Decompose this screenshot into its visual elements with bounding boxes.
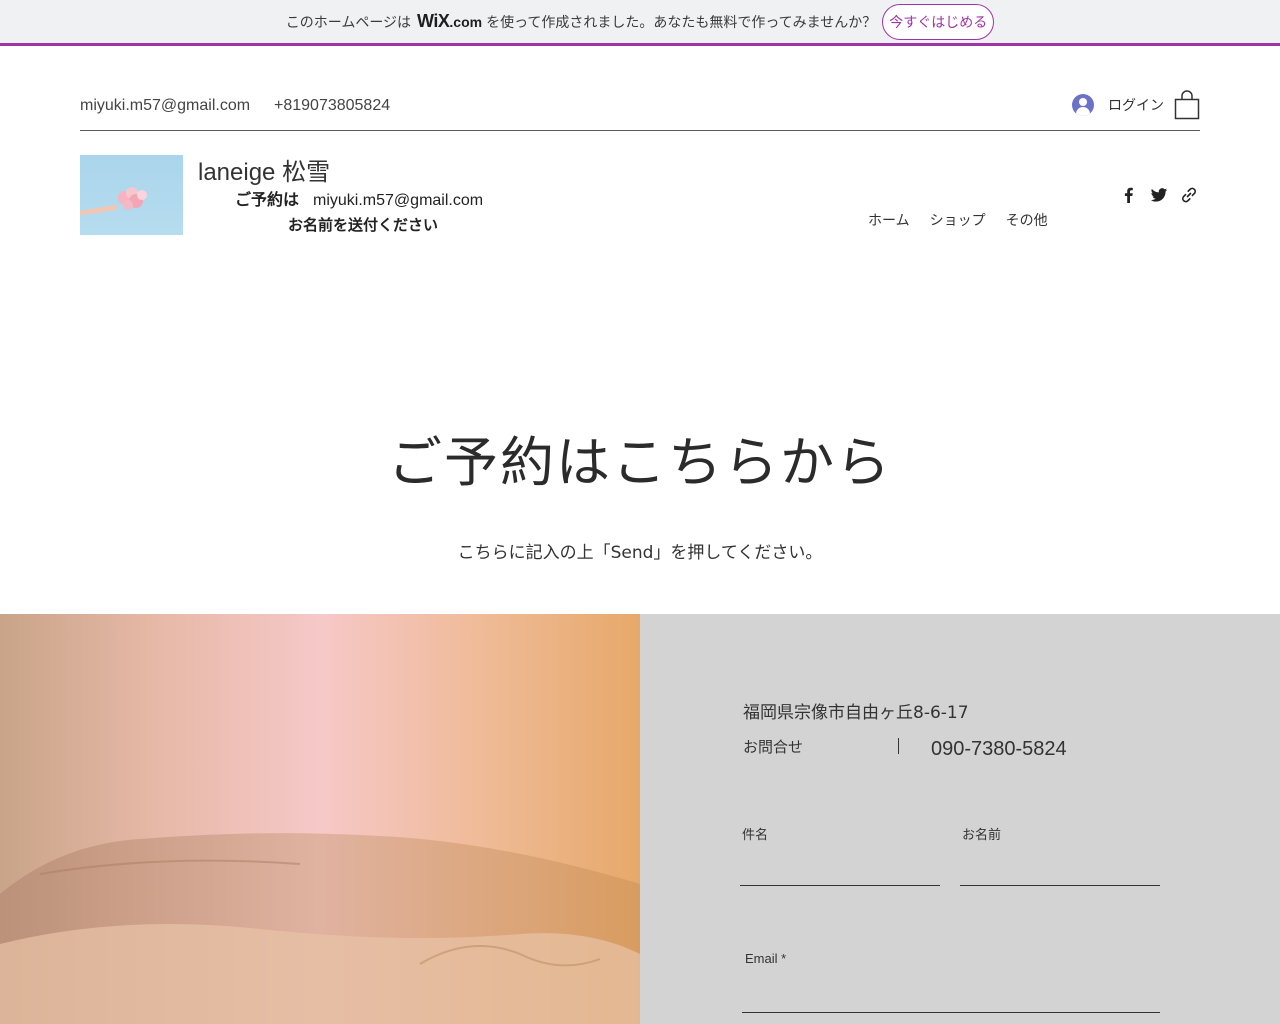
name-input[interactable] <box>960 855 1160 885</box>
login-button[interactable]: ログイン <box>1072 94 1164 116</box>
tagline-prefix: ご予約は <box>235 192 300 209</box>
fabric-drape-illustration <box>0 833 640 1024</box>
subject-field-label: 件名 <box>742 828 769 843</box>
hero-subtitle: こちらに記入の上「Send」を押してください。 <box>457 543 823 563</box>
login-label: ログイン <box>1108 97 1164 113</box>
wix-banner-text-pre: このホームページは <box>285 14 412 31</box>
hero-title: ご予約はこちらから <box>388 431 892 494</box>
tagline-email: miyuki.m57@gmail.com <box>313 192 484 209</box>
contact-phone[interactable]: 090-7380-5824 <box>931 738 1067 761</box>
topbar-phone[interactable]: +819073805824 <box>274 97 390 115</box>
main-nav: ホーム ショップ その他 <box>868 210 1048 230</box>
tagline-line2: お名前を送付ください <box>288 217 439 234</box>
social-bar <box>1120 186 1198 204</box>
site-title[interactable]: laneige 松雪 <box>198 152 330 187</box>
facebook-icon[interactable] <box>1120 186 1138 204</box>
inquiry-divider <box>898 738 899 754</box>
inquiry-label: お問合せ <box>743 738 804 756</box>
subject-input[interactable] <box>740 855 940 885</box>
tagline-line1: ご予約は miyuki.m57@gmail.com <box>235 186 483 210</box>
link-icon[interactable] <box>1180 186 1198 204</box>
subject-field-underline <box>740 885 940 886</box>
contact-panel: 福岡県宗像市自由ヶ丘8-6-17 お問合せ 090-7380-5824 件名 お… <box>640 614 1280 1024</box>
wix-logo-text: WiX <box>417 11 450 31</box>
wix-logo-suffix: .com <box>449 14 483 30</box>
email-field-label: Email * <box>745 951 787 966</box>
wix-logo[interactable]: WiX.com <box>417 11 482 32</box>
avatar-icon <box>1072 94 1094 116</box>
fabric-photo <box>0 614 640 1024</box>
nav-item-shop[interactable]: ショップ <box>930 210 986 230</box>
nav-item-more[interactable]: その他 <box>1006 210 1048 230</box>
address-text: 福岡県宗像市自由ヶ丘8-6-17 <box>743 703 969 723</box>
wix-banner-text-post: を使って作成されました。あなたも無料で作ってみませんか？ <box>486 14 877 31</box>
cart-icon[interactable] <box>1174 90 1200 120</box>
name-field-label: お名前 <box>962 828 1002 843</box>
logo-flowers-hand <box>80 187 147 215</box>
site-logo-image[interactable] <box>80 155 183 235</box>
twitter-icon[interactable] <box>1150 186 1168 204</box>
name-field-underline <box>960 885 1160 886</box>
nav-item-home[interactable]: ホーム <box>868 210 910 230</box>
email-field-underline <box>742 1012 1160 1013</box>
topbar-email[interactable]: miyuki.m57@gmail.com <box>80 97 250 115</box>
start-now-button[interactable]: 今すぐはじめる <box>882 3 995 40</box>
email-input[interactable] <box>742 982 1160 1012</box>
top-contact-bar: miyuki.m57@gmail.com +819073805824 ログイン <box>80 90 1200 131</box>
wix-banner: このホームページは WiX.com を使って作成されました。あなたも無料で作って… <box>0 0 1280 46</box>
